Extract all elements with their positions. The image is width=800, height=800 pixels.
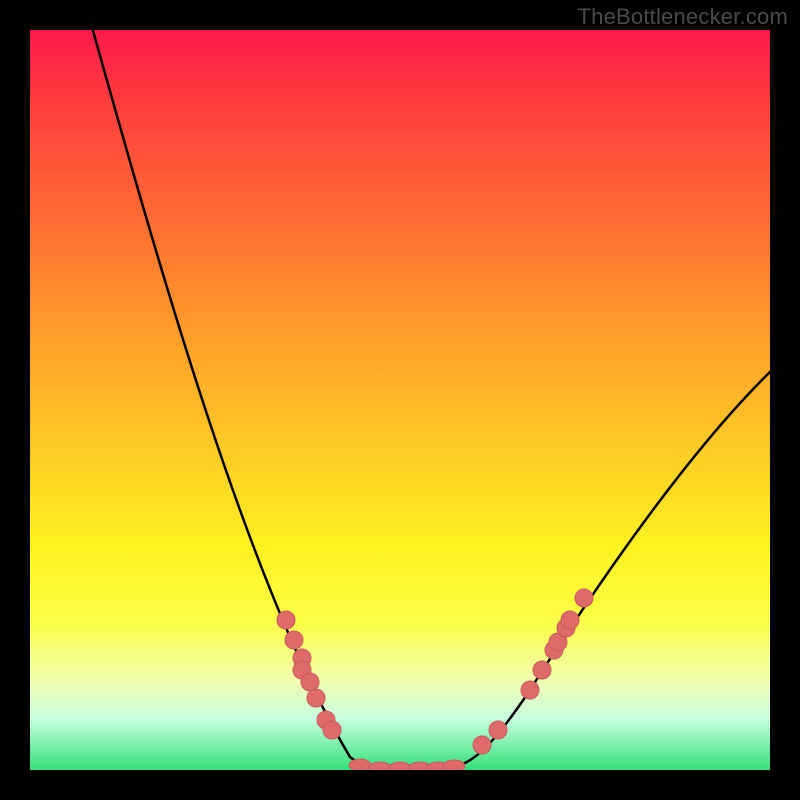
data-point <box>489 721 507 739</box>
data-point <box>389 762 411 770</box>
data-point <box>369 762 391 770</box>
data-points <box>277 589 593 770</box>
data-point <box>521 681 539 699</box>
chart-frame: TheBottlenecker.com <box>0 0 800 800</box>
data-point <box>285 631 303 649</box>
data-point <box>349 759 371 770</box>
data-point <box>473 736 491 754</box>
curve-group <box>90 30 770 768</box>
chart-svg <box>30 30 770 770</box>
data-point <box>575 589 593 607</box>
watermark-text: TheBottlenecker.com <box>578 4 788 30</box>
data-point <box>301 673 319 691</box>
data-point <box>443 760 465 770</box>
data-point <box>277 611 295 629</box>
data-point <box>533 661 551 679</box>
curve-right <box>450 370 770 768</box>
curve-left <box>90 30 380 768</box>
data-point <box>561 611 579 629</box>
data-point <box>307 689 325 707</box>
plot-area <box>30 30 770 770</box>
data-point <box>323 721 341 739</box>
